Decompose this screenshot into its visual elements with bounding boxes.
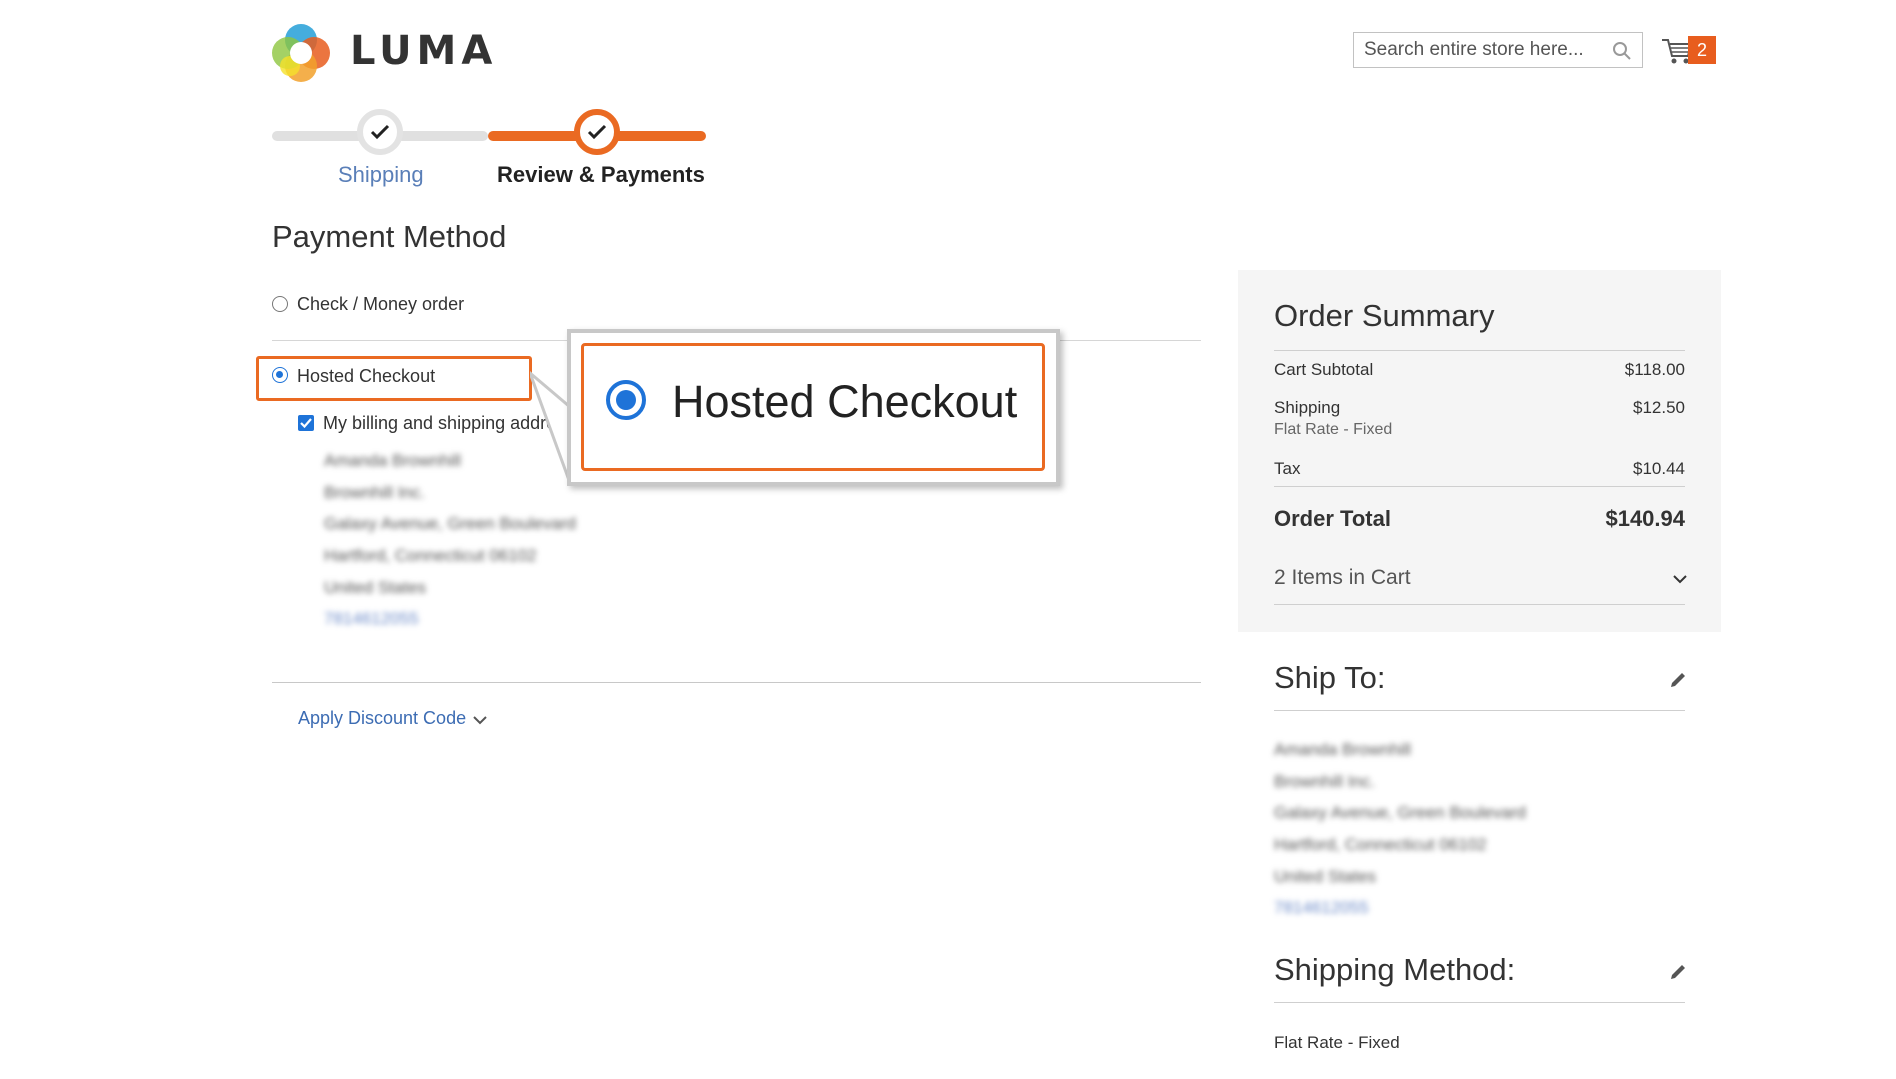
billing-address-company: Brownhill Inc. (324, 483, 426, 502)
billing-address-street: Galaxy Avenue, Green Boulevard (324, 514, 577, 533)
chevron-down-icon[interactable] (1672, 573, 1688, 585)
ship-to-street: Galaxy Avenue, Green Boulevard (1274, 803, 1527, 822)
checkmark-icon (300, 418, 312, 429)
shipping-value: $12.50 (1633, 398, 1685, 417)
ship-to-title: Ship To: (1274, 660, 1386, 695)
billing-same-checkbox[interactable] (298, 415, 314, 431)
step-review-check (574, 109, 620, 155)
ship-to-country: United States (1274, 867, 1377, 886)
shipping-method-title: Shipping Method: (1274, 952, 1516, 987)
check-icon (370, 124, 390, 140)
order-total-label: Order Total (1274, 506, 1391, 531)
tax-label: Tax (1274, 459, 1301, 478)
cart-subtotal-label: Cart Subtotal (1274, 360, 1374, 379)
billing-address-country: United States (324, 578, 427, 597)
callout-radio-icon (606, 380, 646, 420)
billing-address-phone[interactable]: 7814612055 (324, 609, 419, 629)
items-in-cart-toggle[interactable]: 2 Items in Cart (1274, 566, 1411, 590)
step-shipping-check (357, 109, 403, 155)
callout-label: Hosted Checkout (672, 376, 1018, 427)
search-input[interactable] (1354, 33, 1604, 67)
shipping-label: Shipping (1274, 398, 1341, 417)
ship-to-phone[interactable]: 7814612055 (1274, 898, 1369, 918)
step-shipping-link[interactable]: Shipping (338, 162, 424, 188)
divider (1274, 604, 1685, 605)
search-icon[interactable] (1612, 41, 1632, 61)
shipping-method-value: Flat Rate - Fixed (1274, 1033, 1400, 1052)
divider (1274, 1002, 1685, 1003)
step-review-label: Review & Payments (497, 162, 705, 187)
divider (1274, 486, 1685, 487)
pencil-edit-icon[interactable] (1668, 670, 1688, 690)
cart-subtotal-value: $118.00 (1624, 360, 1685, 379)
shipping-method-sub: Flat Rate - Fixed (1274, 421, 1393, 438)
divider (1274, 350, 1685, 351)
check-money-order-label[interactable]: Check / Money order (297, 294, 464, 315)
ship-to-name: Amanda Brownhill (1274, 740, 1412, 759)
luma-logo-icon[interactable] (270, 22, 332, 84)
billing-address-name: Amanda Brownhill (324, 451, 462, 470)
callout-zoom: Hosted Checkout (567, 329, 1060, 486)
chevron-down-icon[interactable] (472, 714, 488, 726)
cart-count-badge[interactable]: 2 (1688, 36, 1716, 64)
apply-discount-code-toggle[interactable]: Apply Discount Code (298, 708, 466, 729)
order-total-value: $140.94 (1605, 506, 1685, 531)
ship-to-company: Brownhill Inc. (1274, 772, 1376, 791)
tax-value: $10.44 (1633, 459, 1685, 478)
divider (1274, 710, 1685, 711)
payment-method-title: Payment Method (272, 219, 507, 254)
radio-check-money-order[interactable] (272, 296, 288, 312)
divider (272, 682, 1201, 683)
ship-to-city: Hartford, Connecticut 06102 (1274, 835, 1487, 854)
order-summary-title: Order Summary (1274, 298, 1495, 333)
search-box[interactable] (1353, 32, 1643, 68)
radio-hosted-checkout[interactable] (272, 367, 288, 383)
check-icon (587, 124, 607, 140)
callout-highlight: Hosted Checkout (581, 343, 1045, 471)
billing-address-city: Hartford, Connecticut 06102 (324, 546, 537, 565)
hosted-checkout-label[interactable]: Hosted Checkout (297, 366, 435, 387)
pencil-edit-icon[interactable] (1668, 962, 1688, 982)
logo-text[interactable]: LUMA (350, 28, 497, 74)
callout-pointer (530, 371, 570, 484)
